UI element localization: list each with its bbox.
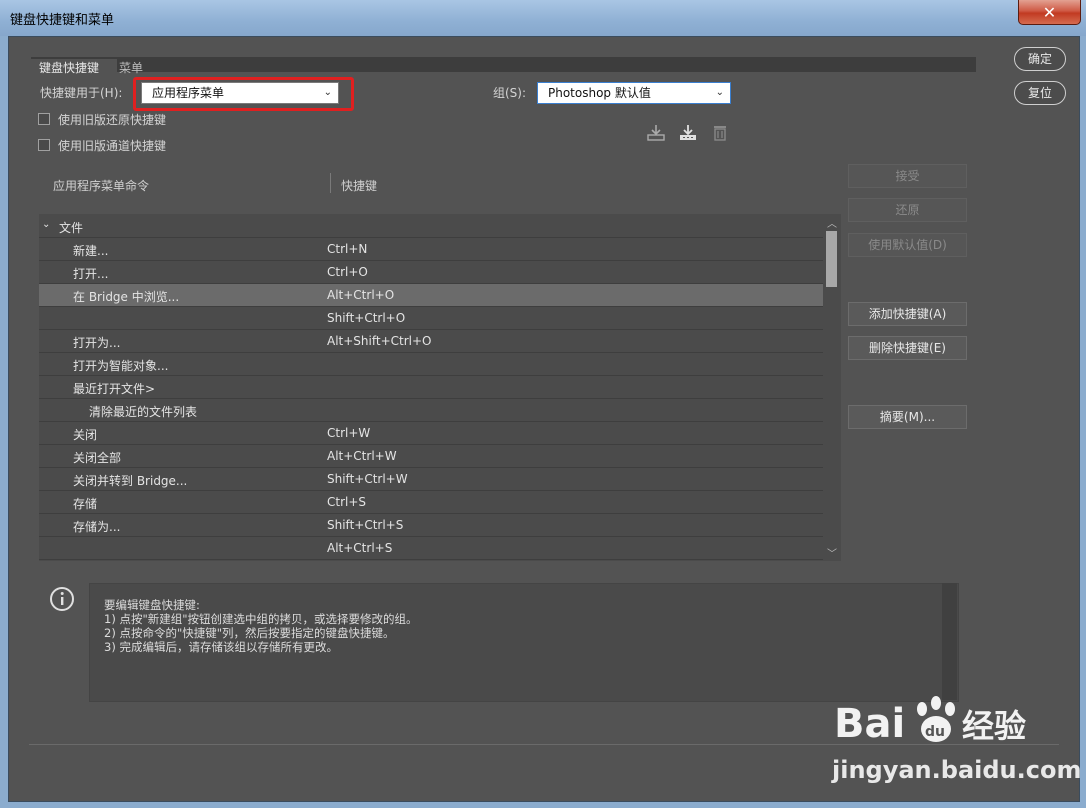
close-icon: ✕ (1042, 2, 1057, 22)
undo-button[interactable]: 还原 (848, 198, 967, 222)
table-row[interactable]: 关闭全部 Alt+Ctrl+W (39, 445, 823, 468)
info-text-panel: 要编辑键盘快捷键: 1) 点按"新建组"按钮创建选中组的拷贝，或选择要修改的组。… (89, 583, 959, 702)
use-default-button[interactable]: 使用默认值(D) (848, 233, 967, 257)
summary-button[interactable]: 摘要(M)... (848, 405, 967, 429)
chevron-down-icon: ⌄ (715, 87, 724, 98)
table-header: 应用程序菜单命令 快捷键 (39, 165, 839, 205)
reset-button[interactable]: 复位 (1014, 81, 1066, 105)
add-shortcut-button[interactable]: 添加快捷键(A) (848, 302, 967, 326)
svg-text:经验: 经验 (962, 707, 1026, 745)
row-shortcut[interactable]: Shift+Ctrl+O (327, 311, 405, 325)
accept-button[interactable]: 接受 (848, 164, 967, 188)
row-shortcut[interactable]: Ctrl+O (327, 265, 368, 279)
row-shortcut[interactable]: Ctrl+W (327, 426, 370, 440)
table-row[interactable]: Alt+Ctrl+S (39, 537, 823, 560)
row-shortcut[interactable]: Alt+Ctrl+O (327, 288, 394, 302)
table-row[interactable]: 打开... Ctrl+O (39, 261, 823, 284)
column-header-shortcut[interactable]: 快捷键 (341, 177, 377, 194)
table-row[interactable]: 打开为智能对象... (39, 353, 823, 376)
column-header-command[interactable]: 应用程序菜单命令 (53, 177, 149, 194)
row-shortcut[interactable]: Shift+Ctrl+W (327, 472, 408, 486)
svg-text:du: du (925, 724, 945, 740)
scroll-up-icon[interactable]: ︿ (827, 215, 837, 230)
row-shortcut[interactable]: Ctrl+N (327, 242, 367, 256)
column-divider[interactable] (330, 173, 331, 193)
row-command: 存储为... (73, 520, 121, 534)
dialog-body: 键盘快捷键 菜单 快捷键用于(H): 应用程序菜单 ⌄ 组(S): Photos… (8, 36, 1080, 802)
table-row[interactable]: ⌄ 文件 (39, 215, 823, 238)
save-set-icon[interactable] (645, 123, 667, 143)
table-row[interactable]: 清除最近的文件列表 (39, 399, 823, 422)
row-command: 文件 (59, 221, 84, 235)
scroll-thumb[interactable] (826, 231, 837, 287)
ok-button[interactable]: 确定 (1014, 47, 1066, 71)
table-row[interactable]: 新建... Ctrl+N (39, 238, 823, 261)
title-bar: 键盘快捷键和菜单 ✕ (0, 0, 1086, 36)
tab-strip (31, 57, 976, 72)
row-command: 关闭并转到 Bridge... (73, 474, 188, 488)
row-command: 关闭全部 (73, 451, 122, 465)
table-row[interactable]: 关闭并转到 Bridge... Shift+Ctrl+W (39, 468, 823, 491)
row-command: 关闭 (73, 428, 98, 442)
chevron-down-icon[interactable]: ⌄ (42, 219, 50, 230)
row-shortcut[interactable]: Ctrl+S (327, 495, 366, 509)
legacy-channel-checkbox[interactable] (38, 139, 50, 151)
info-icon (49, 586, 75, 612)
row-shortcut[interactable]: Alt+Ctrl+W (327, 449, 397, 463)
row-command: 打开... (73, 267, 109, 281)
row-command: 在 Bridge 中浏览... (73, 290, 180, 304)
table-row[interactable]: 存储为... Shift+Ctrl+S (39, 514, 823, 537)
legacy-channel-label: 使用旧版通道快捷键 (58, 139, 167, 153)
table-scrollbar[interactable]: ︿ ﹀ (824, 214, 840, 561)
info-line: 3) 完成编辑后，请存储该组以存储所有更改。 (104, 640, 338, 654)
legacy-undo-label: 使用旧版还原快捷键 (58, 113, 167, 127)
row-shortcut[interactable]: Alt+Ctrl+S (327, 541, 392, 555)
table-row[interactable]: 在 Bridge 中浏览... Alt+Ctrl+O (39, 284, 823, 307)
group-value: Photoshop 默认值 (548, 86, 651, 100)
row-command: 打开为... (73, 336, 121, 350)
window-frame-left (0, 36, 8, 808)
annotation-highlight-box (133, 77, 354, 111)
row-command: 存储 (73, 497, 98, 511)
table-row[interactable]: 关闭 Ctrl+W (39, 422, 823, 445)
table-row[interactable]: Shift+Ctrl+O (39, 307, 823, 330)
new-set-icon[interactable] (677, 123, 699, 143)
table-row[interactable]: 存储 Ctrl+S (39, 491, 823, 514)
shortcut-table: Alt+Ctrl+S 存储为... Shift+Ctrl+S 存储 Ctrl+S 关闭并转… (39, 214, 841, 561)
close-button[interactable]: ✕ (1018, 0, 1081, 25)
group-select[interactable]: Photoshop 默认值 ⌄ (537, 82, 731, 104)
scroll-down-icon[interactable]: ﹀ (827, 545, 837, 560)
info-scrollbar[interactable] (942, 583, 957, 700)
table-row[interactable]: 打开为... Alt+Shift+Ctrl+O (39, 330, 823, 353)
row-command: 打开为智能对象... (73, 359, 169, 373)
shortcuts-for-label: 快捷键用于(H): (40, 86, 123, 100)
row-command: 新建... (73, 244, 109, 258)
row-command: 清除最近的文件列表 (89, 405, 198, 419)
legacy-undo-checkbox[interactable] (38, 113, 50, 125)
window-title: 键盘快捷键和菜单 (10, 13, 115, 28)
tab-menus[interactable]: 菜单 (119, 59, 143, 76)
trash-icon[interactable] (709, 123, 731, 143)
svg-text:Bai: Bai (834, 701, 905, 747)
group-label: 组(S): (493, 86, 527, 100)
delete-shortcut-button[interactable]: 删除快捷键(E) (848, 336, 967, 360)
watermark-url: jingyan.baidu.com (832, 756, 1082, 784)
row-command: 最近打开文件> (73, 382, 156, 396)
row-shortcut[interactable]: Shift+Ctrl+S (327, 518, 403, 532)
row-shortcut[interactable]: Alt+Shift+Ctrl+O (327, 334, 431, 348)
tab-keyboard-shortcuts[interactable]: 键盘快捷键 (31, 59, 117, 75)
table-row[interactable]: 最近打开文件> (39, 376, 823, 399)
